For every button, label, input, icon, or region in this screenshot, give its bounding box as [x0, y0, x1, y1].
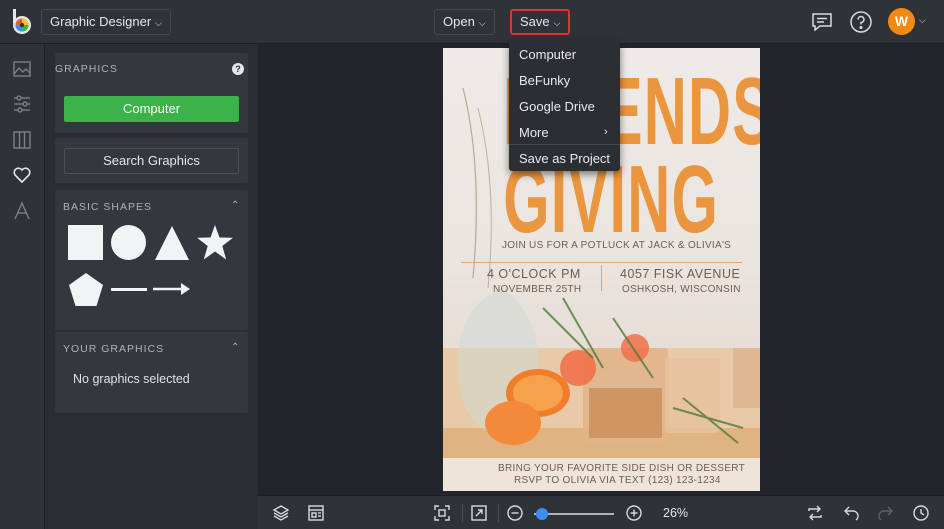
basic-shapes-title: BASIC SHAPES — [63, 201, 153, 213]
save-menu-befunky[interactable]: BeFunky — [519, 73, 570, 88]
chevron-up-icon[interactable]: ⌃ — [231, 200, 239, 211]
app-mode-select[interactable]: Graphic Designer ⌵ — [41, 9, 171, 35]
basic-shapes-card: BASIC SHAPES ⌃ — [55, 190, 248, 330]
left-tool-rail — [0, 44, 45, 529]
save-menu-save-as-project[interactable]: Save as Project — [519, 151, 610, 166]
no-graphics-message: No graphics selected — [73, 372, 190, 386]
chevron-right-icon: › — [604, 126, 608, 138]
help-icon[interactable]: ? — [232, 63, 244, 75]
zoom-out-icon[interactable] — [506, 504, 524, 522]
star-shape[interactable] — [196, 224, 234, 266]
graphics-panel: GRAPHICS ? Computer Search Graphics BASI… — [45, 44, 258, 529]
heart-icon[interactable] — [11, 164, 33, 186]
your-graphics-card: YOUR GRAPHICS ⌃ No graphics selected — [55, 332, 248, 413]
open-label: Open — [443, 14, 475, 29]
square-shape[interactable] — [68, 225, 103, 260]
save-menu-more[interactable]: More — [519, 125, 549, 140]
poster-date: NOVEMBER 25TH — [493, 284, 582, 295]
save-label: Save — [520, 14, 550, 29]
sliders-icon[interactable] — [11, 93, 33, 115]
chevron-up-icon[interactable]: ⌃ — [231, 342, 239, 353]
zoom-level: 26% — [663, 506, 689, 520]
fit-to-screen-icon[interactable] — [433, 504, 451, 522]
pentagon-shape[interactable] — [68, 272, 104, 312]
graphics-card: GRAPHICS ? Computer — [55, 53, 248, 133]
layout-template-icon[interactable] — [307, 504, 325, 522]
save-button[interactable]: Save ⌵ — [510, 9, 571, 35]
undo-icon[interactable] — [842, 504, 860, 522]
poster-address: 4057 FISK AVENUE — [620, 267, 741, 281]
poster-divider — [461, 262, 742, 263]
poster-footer-line-1: BRING YOUR FAVORITE SIDE DISH OR DESSERT — [498, 463, 746, 474]
zoom-slider-handle[interactable] — [536, 508, 548, 520]
layout-columns-icon[interactable] — [11, 129, 33, 151]
computer-upload-button[interactable]: Computer — [64, 96, 239, 122]
line-shape[interactable] — [111, 288, 147, 291]
save-menu-divider — [509, 144, 620, 145]
toolbar-separator — [462, 504, 463, 522]
poster-invite-text: JOIN US FOR A POTLUCK AT JACK & OLIVIA'S — [502, 240, 732, 251]
comments-icon[interactable] — [810, 10, 834, 34]
chevron-down-icon: ⌵ — [155, 18, 162, 28]
text-icon[interactable] — [11, 200, 33, 222]
poster-divider-vertical — [601, 265, 602, 291]
triangle-shape[interactable] — [154, 225, 190, 266]
arrow-shape[interactable] — [153, 282, 191, 301]
history-icon[interactable] — [912, 504, 930, 522]
expand-icon[interactable] — [470, 504, 488, 522]
circle-shape[interactable] — [111, 225, 146, 260]
save-menu-computer[interactable]: Computer — [519, 47, 576, 62]
app-mode-label: Graphic Designer — [50, 14, 152, 29]
chevron-down-icon: ⌵ — [478, 18, 486, 28]
your-graphics-title: YOUR GRAPHICS — [63, 343, 165, 355]
image-icon[interactable] — [11, 58, 33, 80]
poster-footer-line-2: RSVP TO OLIVIA VIA TEXT (123) 123-1234 — [514, 475, 721, 486]
chevron-down-icon: ⌵ — [553, 18, 561, 28]
replace-icon[interactable] — [806, 504, 824, 522]
search-card: Search Graphics — [55, 138, 248, 183]
open-button[interactable]: Open ⌵ — [434, 9, 495, 35]
toolbar-separator — [498, 504, 499, 522]
save-menu: Computer BeFunky Google Drive More › Sav… — [509, 41, 620, 171]
chevron-down-icon[interactable]: ⌵ — [919, 15, 926, 26]
top-bar: Graphic Designer ⌵ Open ⌵ Save ⌵ W ⌵ — [0, 0, 944, 44]
save-menu-google-drive[interactable]: Google Drive — [519, 99, 595, 114]
befunky-logo[interactable] — [10, 9, 34, 35]
graphics-title: GRAPHICS — [55, 63, 118, 75]
poster-city: OSHKOSH, WISCONSIN — [622, 284, 741, 295]
bottom-toolbar: 26% — [258, 495, 944, 529]
user-avatar[interactable]: W — [888, 8, 915, 35]
zoom-in-icon[interactable] — [625, 504, 643, 522]
layers-icon[interactable] — [272, 504, 290, 522]
redo-icon[interactable] — [877, 504, 895, 522]
help-icon[interactable] — [849, 10, 873, 34]
search-graphics-button[interactable]: Search Graphics — [64, 148, 239, 174]
poster-time: 4 O'CLOCK PM — [487, 267, 581, 281]
